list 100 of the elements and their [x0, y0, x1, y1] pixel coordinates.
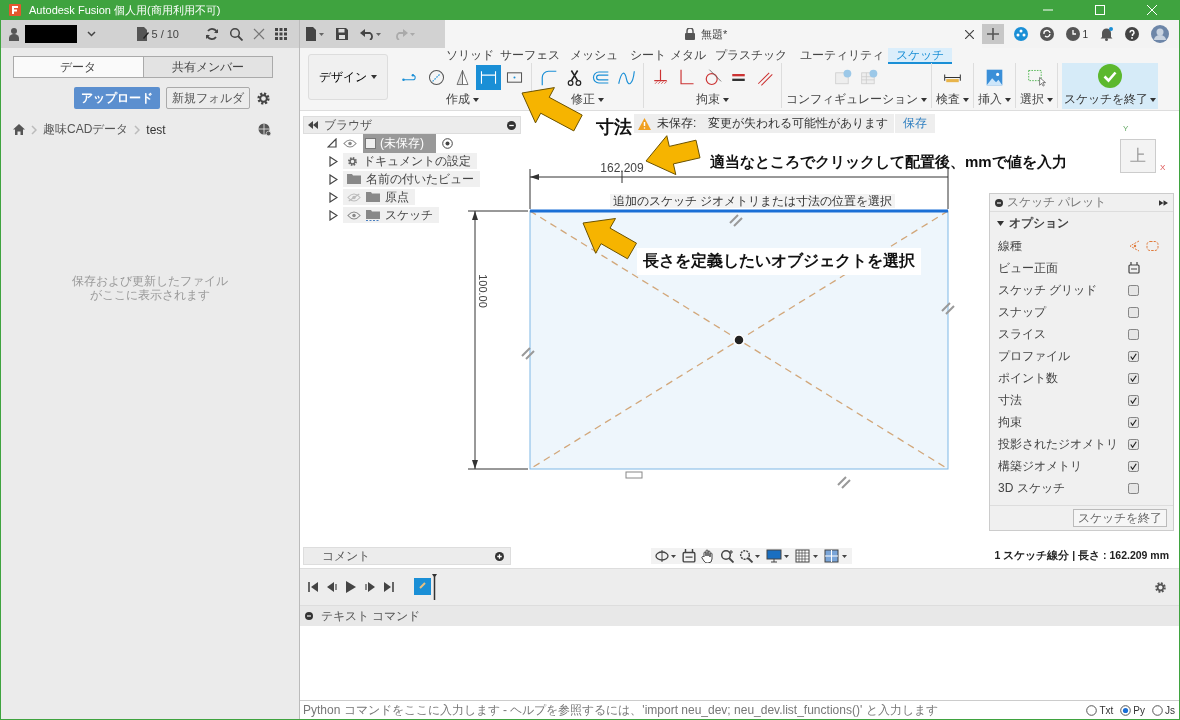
ribbon-tab[interactable]: メッシュ	[562, 48, 626, 63]
chevron-right-icon	[31, 124, 37, 135]
expanded-triangle-icon[interactable]	[327, 138, 337, 148]
group-menu[interactable]: 検査	[936, 91, 969, 108]
comments-bar[interactable]: コメント	[303, 547, 511, 565]
radio-button[interactable]	[1152, 704, 1163, 716]
centerline-icon[interactable]	[1146, 240, 1159, 252]
grid-icon[interactable]	[795, 549, 819, 563]
workspace-dropdown[interactable]: デザイン	[308, 54, 388, 100]
previous-step-icon[interactable]	[327, 582, 337, 592]
pan-hand-icon[interactable]	[701, 549, 715, 563]
construction-icon[interactable]	[1128, 240, 1140, 252]
maximize-icon[interactable]	[1095, 5, 1105, 15]
display-icon[interactable]	[766, 549, 790, 563]
panel-title: ブラウザ	[324, 116, 372, 134]
panel-tab[interactable]: 共有メンバー	[143, 56, 273, 78]
search-icon[interactable]	[229, 27, 243, 41]
zoom-window-icon[interactable]	[739, 549, 761, 563]
checkbox[interactable]	[1128, 482, 1139, 494]
finish-sketch-button[interactable]: スケッチを終了	[1062, 63, 1158, 109]
checkbox[interactable]	[1128, 460, 1139, 472]
play-icon[interactable]	[346, 581, 356, 593]
collapsed-triangle-icon[interactable]	[329, 173, 338, 185]
settings-icon[interactable]	[1154, 580, 1167, 594]
radio-button[interactable]	[1086, 704, 1098, 716]
checkbox[interactable]	[1128, 394, 1139, 406]
minus-circle-icon[interactable]	[995, 198, 1003, 207]
finish-sketch-button[interactable]: スケッチを終了	[1073, 509, 1167, 527]
save-icon[interactable]	[336, 28, 348, 40]
undo-icon[interactable]	[360, 28, 382, 40]
look-at-icon[interactable]	[1128, 262, 1140, 274]
collapsed-triangle-icon[interactable]	[329, 209, 338, 221]
home-icon[interactable]	[13, 124, 25, 135]
collapse-icon[interactable]	[308, 121, 318, 129]
checkbox[interactable]	[1128, 372, 1139, 384]
orbit-icon[interactable]	[655, 549, 677, 563]
first-frame-icon[interactable]	[308, 582, 318, 592]
file-icon[interactable]	[306, 27, 324, 41]
panel-tab[interactable]: データ	[13, 56, 144, 78]
user-icon[interactable]	[9, 27, 19, 41]
checkbox[interactable]	[1128, 416, 1139, 428]
group-menu[interactable]: 修正	[571, 91, 604, 108]
refresh-icon[interactable]	[205, 27, 219, 41]
collapsed-triangle-icon[interactable]	[329, 191, 338, 203]
ribbon-tab[interactable]: プラスチック	[710, 48, 792, 63]
bell-icon[interactable]	[1100, 27, 1113, 41]
breadcrumb-link[interactable]: test	[146, 122, 166, 137]
checkbox[interactable]	[1128, 350, 1139, 362]
new-tab-button[interactable]	[982, 24, 1005, 44]
last-frame-icon[interactable]	[384, 582, 394, 592]
group-menu[interactable]: 拘束	[696, 91, 729, 108]
breadcrumb-link[interactable]: 趣味CADデータ	[43, 121, 129, 138]
new-folder-button[interactable]: 新規フォルダ	[166, 87, 250, 109]
zoom-icon[interactable]	[720, 549, 734, 563]
checkbox[interactable]	[1128, 306, 1139, 318]
group-menu[interactable]: 選択	[1020, 91, 1053, 108]
ribbon-tab[interactable]: ソリッド	[442, 48, 498, 63]
timeline-sketch-icon[interactable]	[413, 574, 437, 600]
checkbox[interactable]	[1128, 284, 1139, 296]
ribbon-tab[interactable]: サーフェス	[498, 48, 562, 63]
viewports-icon[interactable]	[824, 549, 848, 563]
eye-icon[interactable]	[347, 210, 361, 220]
grid-icon[interactable]	[275, 28, 287, 40]
close-icon[interactable]	[965, 29, 975, 39]
minus-circle-icon[interactable]	[305, 612, 313, 620]
help-icon[interactable]	[1125, 27, 1139, 41]
globe-icon[interactable]	[258, 123, 271, 136]
ribbon-tab[interactable]: ユーティリティ	[796, 48, 888, 63]
document-edit-icon[interactable]	[137, 27, 150, 41]
group-menu[interactable]: コンフィギュレーション	[786, 91, 927, 108]
job-count: 5 / 10	[151, 28, 179, 40]
collapsed-triangle-icon[interactable]	[329, 155, 338, 167]
vertical-dimension[interactable]	[467, 210, 529, 470]
avatar-icon[interactable]	[1151, 25, 1169, 43]
dimension-icon[interactable]	[476, 65, 501, 90]
checkbox[interactable]	[1128, 328, 1139, 340]
center-point[interactable]	[733, 334, 745, 346]
settings-icon[interactable]	[256, 90, 271, 106]
extensions-icon[interactable]	[1014, 27, 1029, 41]
dimension-value[interactable]: 100.00	[477, 274, 489, 308]
next-step-icon[interactable]	[365, 582, 375, 592]
clock-icon[interactable]	[1066, 27, 1081, 41]
radio-target-icon[interactable]	[442, 137, 453, 149]
expand-icon[interactable]	[1159, 199, 1168, 206]
group-menu[interactable]: 作成	[446, 91, 479, 108]
look-at-icon[interactable]	[682, 549, 696, 563]
option-label: 構築ジオメトリ	[998, 457, 1083, 475]
checkbox[interactable]	[1128, 438, 1139, 450]
unsaved-label: 未保存:	[657, 115, 697, 132]
eye-icon[interactable]	[343, 138, 357, 148]
section-triangle-icon[interactable]	[997, 221, 1004, 226]
ribbon-tab[interactable]: シート メタル	[626, 48, 710, 63]
chevron-down-icon[interactable]	[87, 31, 96, 37]
group-menu[interactable]: 挿入	[978, 91, 1011, 108]
option-label: ポイント数	[998, 369, 1059, 387]
sync-icon[interactable]	[1040, 27, 1055, 41]
dimension-value[interactable]: 162.209	[600, 161, 644, 175]
minus-circle-icon[interactable]	[507, 120, 516, 130]
plus-circle-icon[interactable]	[495, 551, 504, 561]
radio-button[interactable]	[1120, 704, 1132, 716]
